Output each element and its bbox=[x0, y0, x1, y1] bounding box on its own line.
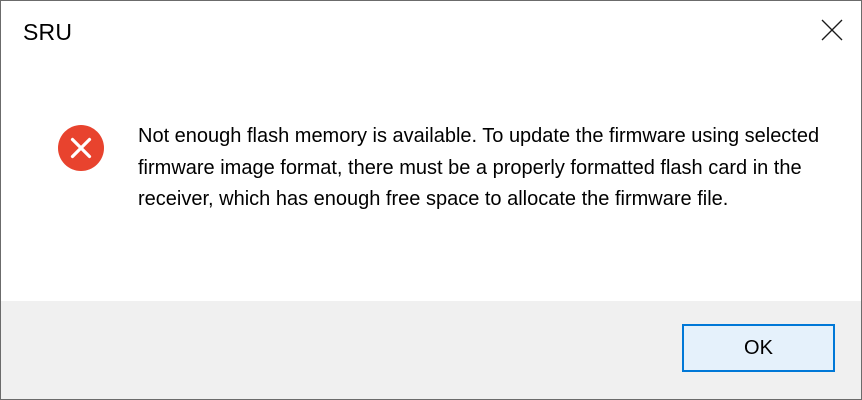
message-dialog: SRU Not enough flash memory is available… bbox=[0, 0, 862, 400]
title-bar: SRU bbox=[1, 1, 861, 59]
close-button[interactable] bbox=[805, 1, 861, 59]
ok-button[interactable]: OK bbox=[682, 324, 835, 372]
dialog-content: Not enough flash memory is available. To… bbox=[1, 59, 861, 301]
button-bar: OK bbox=[1, 301, 861, 399]
error-message: Not enough flash memory is available. To… bbox=[138, 125, 820, 210]
window-title: SRU bbox=[23, 19, 73, 45]
close-icon bbox=[821, 19, 843, 41]
error-icon bbox=[58, 125, 104, 171]
